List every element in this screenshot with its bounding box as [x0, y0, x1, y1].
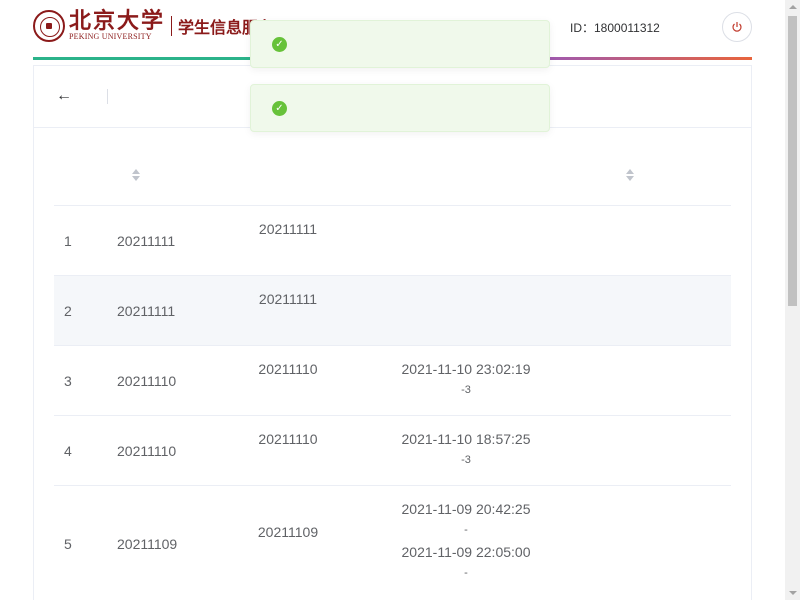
- scrollbar-thumb[interactable]: [788, 16, 797, 306]
- record-location: -: [464, 567, 468, 579]
- row-index: 2: [64, 303, 72, 319]
- pku-logo[interactable]: 北京大学 PEKING UNIVERSITY 学生信息服务: [33, 10, 274, 42]
- records-table: 1 20211111 20211111 2 20211111 20211111 3 202…: [54, 143, 731, 600]
- success-notification[interactable]: ✓: [250, 20, 550, 68]
- row-index: 3: [64, 373, 72, 389]
- user-id: ID：1800011312: [570, 21, 660, 35]
- status-text: 20211110: [258, 431, 318, 447]
- table-row[interactable]: 3 20211110 20211110 2021-11-10 23:02:19 -3: [54, 346, 731, 416]
- main-card: ← 1 20211111 20211111 2 20211111 20211111 3 2…: [33, 65, 752, 600]
- table-row[interactable]: 4 20211110 20211110 2021-11-10 18:57:25 -3: [54, 416, 731, 486]
- row-index: 1: [64, 233, 72, 249]
- record-time: 2021-11-10 18:57:25: [401, 431, 531, 447]
- row-index: 5: [64, 536, 72, 552]
- row-date: 20211111: [117, 233, 176, 249]
- back-button[interactable]: ←: [56, 88, 78, 104]
- header-divider: [107, 89, 108, 104]
- user-info: ID：1800011312: [570, 19, 660, 36]
- record-location: -3: [461, 454, 471, 466]
- table-body: 1 20211111 20211111 2 20211111 20211111 3 202…: [54, 206, 731, 600]
- sort-caret-icon[interactable]: [132, 169, 140, 181]
- status-text: 20211110: [258, 361, 318, 377]
- row-times: 2021-11-10 23:02:19 -3: [374, 361, 558, 396]
- column-header-date[interactable]: [126, 169, 140, 181]
- logout-button[interactable]: [722, 12, 752, 42]
- row-index: 4: [64, 443, 72, 459]
- record-time: 2021-11-09 22:05:00: [401, 544, 531, 560]
- power-icon: [732, 22, 742, 32]
- pku-seal-icon: [33, 10, 65, 42]
- status-text: 20211111: [258, 221, 318, 237]
- row-times: 2021-11-09 20:42:25 - 2021-11-09 22:05:0…: [374, 501, 558, 579]
- logo-en-text: PEKING UNIVERSITY: [69, 32, 152, 41]
- table-row[interactable]: 2 20211111 20211111: [54, 276, 731, 346]
- sort-caret-icon[interactable]: [626, 169, 634, 181]
- column-header-op[interactable]: [620, 169, 634, 181]
- scroll-up-icon[interactable]: [789, 5, 797, 9]
- page-scrollbar[interactable]: [785, 0, 800, 600]
- arrow-left-icon: ←: [56, 87, 72, 104]
- row-status: 20211109: [204, 524, 372, 547]
- check-circle-icon: ✓: [272, 100, 287, 116]
- record-time: 2021-11-09 20:42:25: [401, 501, 531, 517]
- row-status: 20211110: [204, 361, 372, 384]
- table-row[interactable]: 1 20211111 20211111: [54, 206, 731, 276]
- row-date: 20211110: [117, 373, 177, 389]
- status-text: 20211109: [257, 524, 319, 540]
- row-status: 20211111: [204, 221, 372, 244]
- record-location: -3: [461, 384, 471, 396]
- check-circle-icon: ✓: [272, 36, 287, 52]
- logo-cn-text: 北京大学: [69, 8, 166, 34]
- scroll-down-icon[interactable]: [789, 591, 797, 595]
- row-date: 20211111: [117, 303, 176, 319]
- table-header: [54, 143, 731, 206]
- row-status: 20211110: [204, 431, 372, 454]
- table-row[interactable]: 5 20211109 20211109 2021-11-09 20:42:25 - …: [54, 486, 731, 600]
- success-notification[interactable]: ✓: [250, 84, 550, 132]
- row-date: 20211109: [117, 536, 178, 552]
- record-location: -: [464, 524, 468, 536]
- row-times: 2021-11-10 18:57:25 -3: [374, 431, 558, 466]
- status-text: 20211111: [258, 291, 318, 307]
- row-status: 20211111: [204, 291, 372, 314]
- logo-divider: [171, 16, 173, 36]
- record-time: 2021-11-10 23:02:19: [401, 361, 531, 377]
- row-date: 20211110: [117, 443, 177, 459]
